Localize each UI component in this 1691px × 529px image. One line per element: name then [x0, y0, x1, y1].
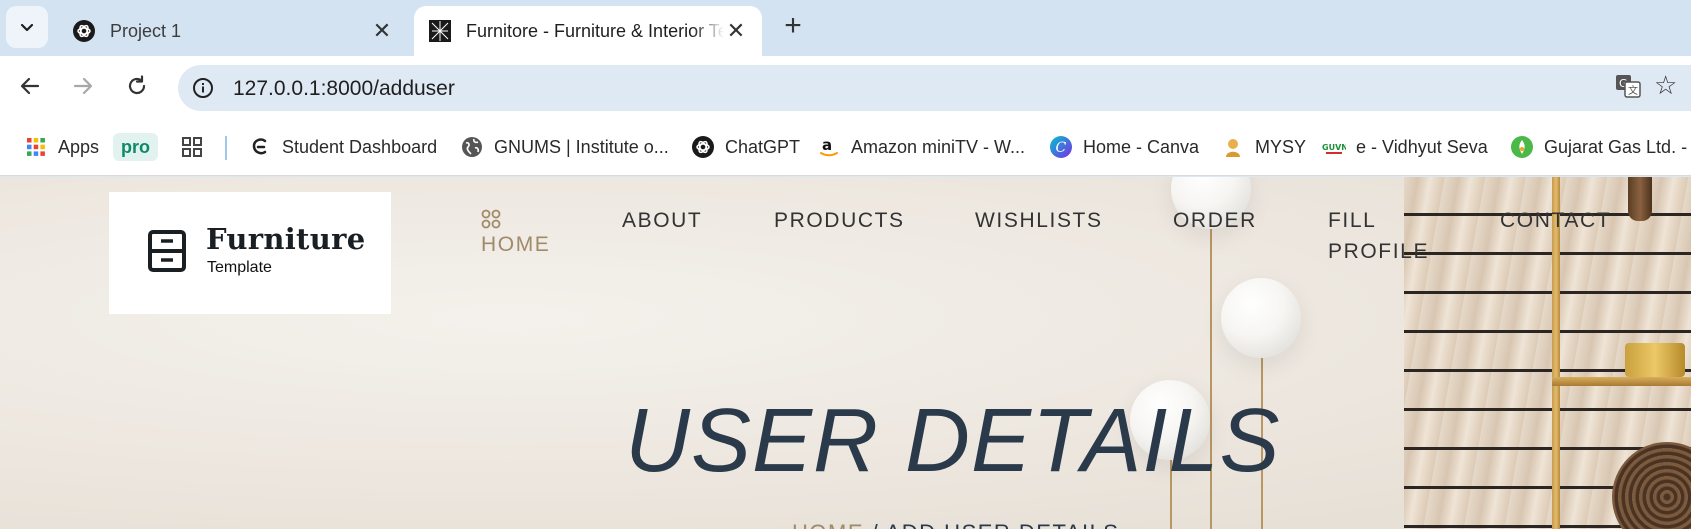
- logo-title: Furniture: [206, 222, 366, 256]
- cabinet-icon: [148, 230, 186, 272]
- svg-text:a: a: [822, 136, 832, 154]
- page-title: USER DETAILS: [625, 391, 1281, 491]
- nav-fill-profile[interactable]: FILL PROFILE: [1328, 205, 1438, 267]
- home-grid-icon: [481, 209, 501, 229]
- chevron-down-icon: [20, 23, 34, 32]
- breadcrumb-home-link[interactable]: HOME: [792, 520, 864, 529]
- bookmark-label: ChatGPT: [725, 136, 801, 157]
- close-tab-icon[interactable]: ✕: [724, 19, 748, 43]
- tab-title: Project 1: [110, 20, 182, 41]
- bookmark-label: Amazon miniTV - W...: [851, 136, 1026, 157]
- bookmarks-separator: [225, 136, 227, 160]
- svg-text:GUVNL: GUVNL: [1322, 143, 1346, 152]
- bookmark-pro[interactable]: pro: [113, 133, 158, 161]
- reload-icon: [128, 75, 146, 95]
- tab-furnitore[interactable]: Furnitore - Furniture & Interior Templat…: [414, 6, 762, 56]
- tab-project-1[interactable]: Project 1 ✕: [58, 6, 408, 56]
- tab-strip: Project 1 ✕ Furnitore - Furniture & Inte…: [0, 0, 1691, 56]
- translate-icon[interactable]: G文: [1610, 68, 1646, 104]
- nav-wishlists[interactable]: WISHLISTS: [975, 205, 1103, 236]
- bookmark-e-vidhyut-seva[interactable]: GUVNL e - Vidhyut Seva: [1322, 130, 1488, 164]
- breadcrumb-current: ADD USER DETAILS: [886, 520, 1120, 529]
- planter-pot: [1625, 343, 1685, 377]
- bookmark-label: Apps: [58, 136, 100, 157]
- bookmarks-bar: Apps pro Student Dashboard GNUMS | Insti…: [0, 120, 1691, 176]
- address-bar[interactable]: 127.0.0.1:8000/adduser: [178, 65, 1691, 111]
- nav-about[interactable]: ABOUT: [622, 205, 702, 236]
- arrow-right-icon: [73, 77, 93, 95]
- bookmark-star-icon[interactable]: ☆: [1654, 68, 1690, 104]
- bookmark-gnums[interactable]: GNUMS | Institute o...: [460, 130, 669, 164]
- openai-icon: [72, 19, 96, 43]
- tab-groups-icon: [180, 135, 204, 159]
- bookmark-tab-groups[interactable]: [180, 130, 214, 164]
- bookmark-label: Student Dashboard: [282, 136, 438, 157]
- lamp-globe: [1221, 278, 1301, 358]
- tab-title: Furnitore - Furniture & Interior Templat…: [466, 20, 724, 41]
- bookmark-label: Gujarat Gas Ltd. - I: [1544, 136, 1691, 157]
- mysy-icon: [1221, 135, 1245, 159]
- bookmark-chatgpt[interactable]: ChatGPT: [691, 130, 800, 164]
- breadcrumb: HOME / ADD USER DETAILS: [792, 520, 1119, 529]
- nav-home[interactable]: HOME: [481, 203, 550, 260]
- nav-label: HOME: [481, 233, 551, 256]
- gujarat-gas-icon: [1510, 135, 1534, 159]
- back-button[interactable]: [12, 68, 48, 104]
- nav-contact[interactable]: CONTACT: [1500, 205, 1611, 236]
- nav-products[interactable]: PRODUCTS: [774, 205, 905, 236]
- amazon-icon: a: [817, 135, 841, 159]
- bookmark-amazon-minitv[interactable]: a Amazon miniTV - W...: [817, 130, 1025, 164]
- breadcrumb-separator: /: [864, 520, 886, 529]
- globe-icon: [460, 135, 484, 159]
- openai-icon: [691, 135, 715, 159]
- reload-button[interactable]: [119, 68, 155, 104]
- close-tab-icon[interactable]: ✕: [370, 19, 394, 43]
- nav-order[interactable]: ORDER: [1173, 205, 1257, 236]
- bookmark-label: GNUMS | Institute o...: [494, 136, 669, 157]
- bookmark-label: e - Vidhyut Seva: [1356, 136, 1488, 157]
- bookmark-gujarat-gas[interactable]: Gujarat Gas Ltd. - I: [1510, 130, 1691, 164]
- guvnl-icon: GUVNL: [1322, 135, 1346, 159]
- bookmark-canva[interactable]: C Home - Canva: [1049, 130, 1199, 164]
- page-viewport: Furniture Template HOME ABOUT PRODUCTS W…: [0, 177, 1691, 529]
- logo-subtitle: Template: [207, 259, 272, 276]
- bookmark-mysy[interactable]: MYSY: [1221, 130, 1306, 164]
- site-info-icon[interactable]: [188, 73, 218, 103]
- new-tab-button[interactable]: +: [776, 10, 810, 44]
- svg-text:文: 文: [1628, 84, 1638, 97]
- bookmark-student-dashboard[interactable]: Student Dashboard: [248, 130, 437, 164]
- bookmark-label: MYSY: [1255, 136, 1307, 157]
- canva-icon: C: [1049, 135, 1073, 159]
- tab-search-button[interactable]: [6, 6, 48, 48]
- svg-text:C: C: [1056, 140, 1067, 156]
- site-logo[interactable]: Furniture Template: [109, 192, 391, 314]
- ladder-shelf: [1552, 377, 1691, 386]
- url-text[interactable]: 127.0.0.1:8000/adduser: [233, 77, 455, 101]
- browser-toolbar: 127.0.0.1:8000/adduser G文 ☆: [0, 56, 1691, 120]
- bookmark-apps[interactable]: Apps: [24, 130, 99, 164]
- vase: [1628, 177, 1652, 221]
- bookmark-label: Home - Canva: [1083, 136, 1200, 157]
- site-logo-icon: [428, 19, 452, 43]
- apps-grid-icon: [24, 135, 48, 159]
- arrow-left-icon: [20, 77, 40, 95]
- student-icon: [248, 135, 272, 159]
- forward-button[interactable]: [65, 68, 101, 104]
